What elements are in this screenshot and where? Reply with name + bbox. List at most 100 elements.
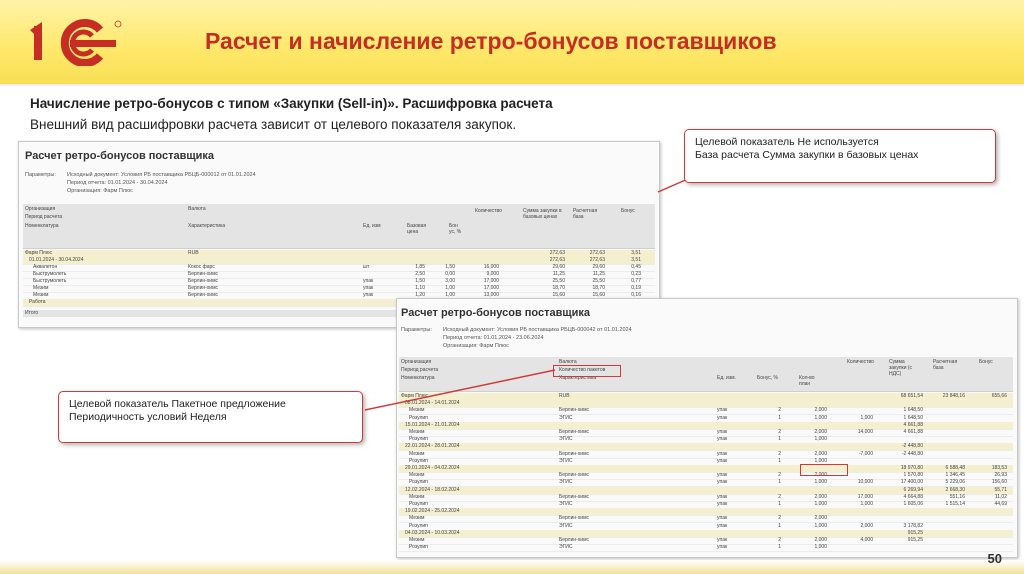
page-title: Расчет и начисление ретро-бонусов постав… (205, 28, 777, 54)
header-shadow (0, 84, 1024, 87)
col-bonus-pct[interactable]: Бонус, % (757, 375, 778, 381)
table-cell: 6 269,94 (903, 486, 923, 493)
table-cell: 2,50 (415, 271, 425, 277)
col-qty-plan[interactable]: Кол-во план (799, 375, 823, 387)
table-cell: 915,25 (907, 529, 923, 536)
table-cell: ЭГИС (559, 457, 573, 464)
table-cell: 2,000 (814, 515, 827, 522)
table-cell: 1 (778, 522, 781, 529)
table-cell: 1 648,50 (903, 414, 923, 421)
col-bonus[interactable]: Бонус (621, 208, 635, 214)
page-number: 50 (987, 551, 1002, 566)
table-cell: упак (717, 407, 728, 414)
table-cell: 01.01.2024 - 30.04.2024 (29, 257, 84, 263)
table-cell: 1,000 (814, 479, 827, 486)
table-cell: 0,45 (631, 264, 641, 270)
table-cell: 11,02 (994, 493, 1007, 500)
table-cell: 655,66 (991, 393, 1007, 399)
col-currency[interactable]: Валюта (188, 206, 206, 212)
col-nom[interactable]: Номенклатура (25, 223, 59, 229)
col-period[interactable]: Период расчета (25, 214, 62, 220)
report-title: Расчет ретро-бонусов поставщика (401, 307, 591, 319)
table-cell: 18,70 (592, 285, 605, 291)
table-cell: упак (717, 522, 728, 529)
col-sum[interactable]: Сумма закупки (с НДС) (889, 359, 923, 377)
col-period[interactable]: Период расчета (401, 367, 438, 373)
table-cell: ЭГИС (559, 436, 573, 443)
table-cell: 1,50 (445, 264, 455, 270)
table-cell: 1 570,80 (903, 472, 923, 479)
callout-left-line2: Периодичность условий Неделя (69, 411, 227, 423)
col-org[interactable]: Организация (401, 359, 431, 365)
table-cell: 17,000 (483, 278, 499, 284)
report-params: Параметры: Исходный документ: Условия РБ… (401, 326, 632, 334)
table-cell: Розулип (409, 501, 428, 507)
col-unit[interactable]: Ед. изм. (717, 375, 736, 381)
col-qty[interactable]: Количество (847, 359, 874, 365)
callout-left-line1: Целевой показатель Пакетное предложение (69, 398, 286, 410)
col-org[interactable]: Организация (25, 206, 55, 212)
col-sum[interactable]: Сумма закупки в базовых ценах (523, 208, 563, 220)
table-cell: 2 (778, 450, 781, 457)
table-cell: Мезим (409, 407, 425, 414)
table-cell: Мезим (409, 450, 425, 457)
table-cell: Берлин-химс (559, 493, 590, 500)
table-cell: Розулип (409, 457, 428, 464)
table-cell: Мезим (409, 493, 425, 500)
table-cell: 4 661,88 (903, 421, 923, 428)
table-cell: 4 661,88 (903, 429, 923, 435)
table-cell: упак (717, 472, 728, 479)
col-bonus[interactable]: Бонус (979, 359, 993, 365)
table-cell: 1 648,50 (903, 407, 923, 414)
table-cell: 1 (778, 501, 781, 507)
table-cell: -7,000 (858, 450, 873, 457)
table-cell: 18,70 (552, 285, 565, 291)
table-cell: Берлин-химс (188, 292, 219, 298)
grid-header: Организация Валюта Период расчета Номенк… (23, 204, 655, 249)
col-calc-base[interactable]: Расчетная база (573, 208, 603, 220)
col-nom[interactable]: Номенклатура (401, 375, 435, 381)
subtitle-bold: Начисление ретро-бонусов с типом «Закупк… (30, 96, 553, 111)
params-doc: Исходный документ: Условия РБ поставщика… (67, 172, 256, 178)
table-cell: упак (717, 457, 728, 464)
col-calc-base[interactable]: Расчетная база (933, 359, 963, 371)
table-cell: 2 (778, 537, 781, 543)
table-cell: упак (717, 479, 728, 486)
table-row[interactable]: Розулип ЭГИС упак 1 1,000 (399, 544, 1013, 553)
table-cell: 2 (778, 515, 781, 522)
table-cell: 26,93 (994, 472, 1007, 479)
col-char[interactable]: Характеристика (188, 223, 225, 229)
report-title: Расчет ретро-бонусов поставщика (25, 150, 215, 162)
table-cell: ЭГИС (559, 522, 573, 529)
col-qty[interactable]: Количество (475, 208, 502, 214)
table-cell: 1 515,14 (945, 501, 965, 507)
table-cell: RUB (188, 250, 199, 256)
col-bonus-pct[interactable]: Бон ус, % (449, 223, 463, 235)
table-cell: упак (717, 414, 728, 421)
col-unit[interactable]: Ед. изм (363, 223, 381, 229)
table-cell: 17,000 (483, 285, 499, 291)
params-doc: Исходный документ: Условия РБ поставщика… (443, 327, 632, 333)
table-cell: Мезим (409, 429, 425, 435)
table-cell: 1 (778, 436, 781, 443)
table-cell: 0,77 (631, 278, 641, 284)
table-cell: 16,000 (483, 264, 499, 270)
callout-top: Целевой показатель Не используется База … (684, 129, 996, 183)
table-cell: 17 400,00 (900, 479, 923, 486)
table-cell: Аквалетон (33, 264, 58, 270)
params-period: Период отчета: 01.01.2024 - 23.06.2024 (443, 335, 544, 341)
table-cell: 19.02.2024 - 25.02.2024 (405, 508, 460, 515)
table-cell: 1,000 (860, 414, 873, 421)
col-base-price[interactable]: Базовая цена (407, 223, 427, 235)
table-cell: 10,000 (857, 479, 873, 486)
table-cell: 3,51 (631, 250, 641, 256)
table-cell: 156,60 (991, 479, 1007, 486)
table-cell: Мезим (409, 472, 425, 479)
table-cell: 1,000 (814, 544, 827, 551)
table-cell: Работа (29, 299, 46, 305)
table-cell: 0,23 (631, 271, 641, 277)
footer-band (0, 560, 1024, 574)
table-cell: 3 178,82 (903, 522, 923, 529)
table-cell: 5 229,06 (945, 479, 965, 486)
table-cell: Розулип (409, 544, 428, 551)
